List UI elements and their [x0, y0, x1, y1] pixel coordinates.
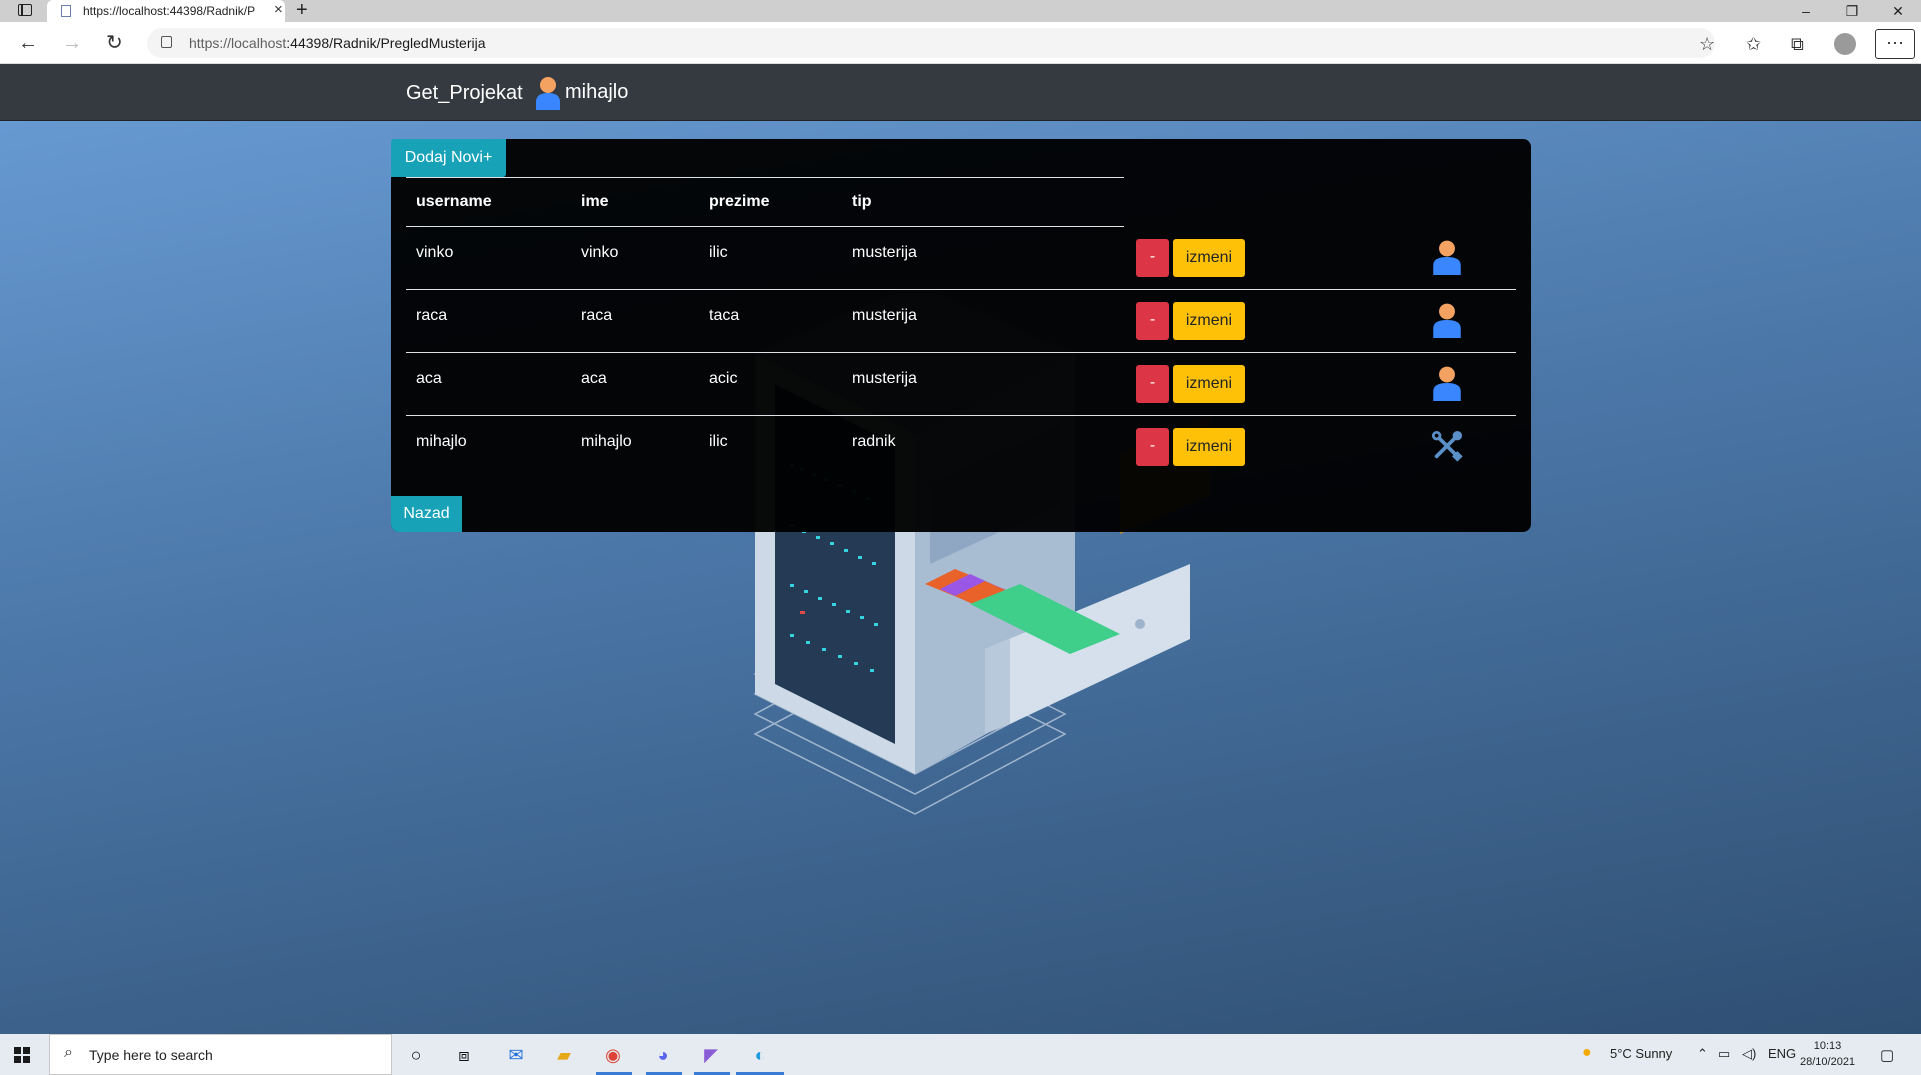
volume-icon[interactable]: ◁)	[1742, 1046, 1756, 1062]
edit-button[interactable]: izmeni	[1173, 302, 1245, 340]
weather-icon: ●	[1582, 1044, 1592, 1061]
delete-button[interactable]: -	[1136, 428, 1169, 466]
clock-time: 10:13	[1813, 1040, 1842, 1052]
settings-more-icon[interactable]: ···	[1875, 29, 1915, 59]
table-row: vinko vinko ilic musterija - izmeni	[406, 227, 1516, 290]
cell-username: mihajlo	[416, 433, 467, 450]
table-header: username ime prezime tip	[406, 177, 1124, 227]
lock-icon	[161, 36, 172, 48]
address-bar[interactable]: https://localhost:44398/Radnik/PregledMu…	[147, 28, 1715, 58]
back-arrow-icon[interactable]: ←	[18, 31, 38, 55]
cell-prezime: taca	[709, 307, 740, 324]
table-row: aca aca acic musterija - izmeni	[406, 353, 1516, 416]
refresh-icon[interactable]: ↻	[106, 31, 123, 55]
browser-toolbar: ← → ↻ https://localhost:44398/Radnik/Pre…	[0, 22, 1921, 64]
forward-arrow-icon[interactable]: →	[62, 31, 82, 55]
tools-icon	[1431, 430, 1463, 462]
app-navbar: Get_Projekat mihajlo	[0, 64, 1921, 121]
cell-ime: mihajlo	[581, 433, 632, 450]
table-row: raca raca taca musterija - izmeni	[406, 290, 1516, 353]
window-controls: – ❐ ✕	[1783, 0, 1921, 22]
user-icon	[1433, 303, 1461, 338]
visual-studio-icon[interactable]: ◤	[697, 1041, 725, 1069]
table-row: mihajlo mihajlo ilic radnik - izmeni	[406, 416, 1516, 479]
delete-button[interactable]: -	[1136, 239, 1169, 277]
column-header-tip: tip	[852, 193, 872, 210]
url-text[interactable]: https://localhost:44398/Radnik/PregledMu…	[189, 35, 486, 51]
user-icon	[536, 77, 560, 110]
user-icon	[1433, 366, 1461, 401]
cell-ime: aca	[581, 370, 607, 387]
windows-taskbar: ⌕ Type here to search ○ ⧈ ✉ ▰ ◉ ◕ ◤ ◐ ● …	[0, 1034, 1921, 1075]
cell-tip: radnik	[852, 433, 896, 450]
notifications-icon[interactable]: ▢	[1880, 1046, 1894, 1064]
close-window-icon[interactable]: ✕	[1875, 0, 1921, 22]
cell-tip: musterija	[852, 244, 917, 261]
profile-avatar[interactable]	[1834, 33, 1856, 55]
column-header-username: username	[416, 193, 492, 210]
show-hidden-icons-icon[interactable]: ⌃	[1697, 1046, 1708, 1062]
tab-title: https://localhost:44398/Radnik/P	[83, 4, 255, 18]
cell-prezime: ilic	[709, 244, 728, 261]
back-button[interactable]: Nazad	[391, 496, 462, 532]
tab-close-icon[interactable]: ×	[274, 2, 283, 18]
new-tab-button[interactable]: +	[296, 0, 308, 22]
collections-icon[interactable]: ⧉	[1791, 34, 1804, 54]
edit-button[interactable]: izmeni	[1173, 239, 1245, 277]
favorites-icon[interactable]: ✩	[1746, 34, 1761, 54]
cell-username: aca	[416, 370, 442, 387]
url-host: https://localhost	[189, 35, 287, 51]
add-new-button[interactable]: Dodaj Novi+	[391, 139, 506, 177]
delete-button[interactable]: -	[1136, 365, 1169, 403]
cell-prezime: ilic	[709, 433, 728, 450]
clock[interactable]: 10:13 28/10/2021	[1800, 1038, 1855, 1070]
network-icon[interactable]: ▭	[1718, 1046, 1730, 1062]
cell-username: vinko	[416, 244, 454, 261]
column-header-prezime: prezime	[709, 193, 770, 210]
tab-actions-icon[interactable]	[18, 4, 32, 16]
cell-ime: vinko	[581, 244, 619, 261]
delete-button[interactable]: -	[1136, 302, 1169, 340]
customers-panel: Dodaj Novi+ username ime prezime tip vin…	[391, 139, 1531, 532]
edit-button[interactable]: izmeni	[1173, 428, 1245, 466]
edit-button[interactable]: izmeni	[1173, 365, 1245, 403]
file-explorer-icon[interactable]: ▰	[550, 1041, 578, 1069]
cortana-icon[interactable]: ○	[402, 1041, 430, 1069]
minimize-icon[interactable]: –	[1783, 0, 1829, 22]
taskbar-search[interactable]: ⌕ Type here to search	[49, 1034, 392, 1075]
weather-text[interactable]: 5°C Sunny	[1610, 1046, 1672, 1061]
cell-prezime: acic	[709, 370, 738, 387]
chrome-icon[interactable]: ◉	[599, 1041, 627, 1069]
current-username: mihajlo	[565, 81, 629, 103]
language-indicator[interactable]: ENG	[1768, 1046, 1796, 1061]
cell-tip: musterija	[852, 370, 917, 387]
browser-tabbar: https://localhost:44398/Radnik/P × + – ❐…	[0, 0, 1921, 22]
mail-icon[interactable]: ✉	[502, 1041, 530, 1069]
brand-link[interactable]: Get_Projekat	[406, 82, 523, 105]
browser-tab[interactable]: https://localhost:44398/Radnik/P ×	[47, 0, 285, 22]
discord-icon[interactable]: ◕	[649, 1041, 677, 1069]
clock-date: 28/10/2021	[1800, 1056, 1856, 1068]
search-placeholder: Type here to search	[89, 1047, 213, 1063]
add-favorite-icon[interactable]: ☆	[1699, 34, 1715, 54]
url-path: :44398/Radnik/PregledMusterija	[286, 35, 486, 51]
page-favicon-icon	[61, 5, 71, 17]
cell-tip: musterija	[852, 307, 917, 324]
cell-username: raca	[416, 307, 448, 324]
page-content: Get_Projekat mihajlo Dodaj Novi+ usernam…	[0, 64, 1921, 1034]
user-icon	[1433, 240, 1461, 275]
task-view-icon[interactable]: ⧈	[450, 1041, 478, 1069]
column-header-ime: ime	[581, 193, 609, 210]
restore-icon[interactable]: ❐	[1829, 0, 1875, 22]
edge-icon[interactable]: ◐	[746, 1041, 774, 1069]
search-icon: ⌕	[64, 1044, 73, 1061]
windows-start-icon[interactable]	[14, 1047, 30, 1063]
cell-ime: raca	[581, 307, 613, 324]
